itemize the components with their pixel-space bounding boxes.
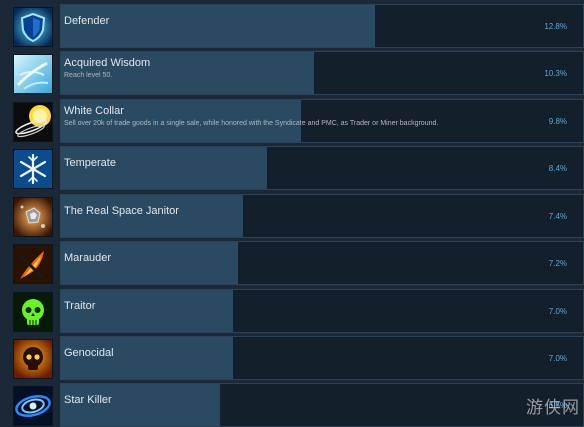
achievement-title: Star Killer (64, 394, 112, 406)
achievement-percent: 7.2% (549, 259, 567, 268)
achievement-progress-bar: Star Killer 6.5% (60, 383, 584, 427)
achievement-row-traitor[interactable]: Traitor 7.0% (7, 289, 584, 333)
achievement-title: Defender (64, 15, 109, 27)
site-watermark: 游侠网 (526, 393, 580, 418)
blue-eye-vortex-icon (13, 386, 53, 426)
achievement-row-genocidal[interactable]: Genocidal 7.0% (7, 336, 584, 380)
fiery-skull-icon (13, 339, 53, 379)
achievement-row-real-space-janitor[interactable]: The Real Space Janitor 7.4% (7, 194, 584, 238)
sun-orbit-icon (13, 102, 53, 142)
achievement-percent: 7.0% (549, 307, 567, 316)
achievement-row-star-killer[interactable]: Star Killer 6.5% (7, 383, 584, 427)
achievement-title: Traitor (64, 300, 95, 312)
achievement-title: Genocidal (64, 347, 114, 359)
achievement-title: The Real Space Janitor (64, 205, 179, 217)
achievement-progress-bar: Genocidal 7.0% (60, 336, 584, 380)
achievement-percent: 9.8% (549, 117, 567, 126)
achievement-row-temperate[interactable]: Temperate 8.4% (7, 146, 584, 190)
achievement-description: Reach level 50. (64, 72, 112, 79)
snowflake-icon (13, 149, 53, 189)
achievement-progress-bar: White Collar Sell over 20k of trade good… (60, 99, 584, 143)
achievement-title: Marauder (64, 252, 111, 264)
achievement-progress-bar: Marauder 7.2% (60, 241, 584, 285)
achievement-row-acquired-wisdom[interactable]: Acquired Wisdom Reach level 50. 10.3% (7, 51, 584, 95)
achievement-title: Temperate (64, 157, 116, 169)
achievement-progress-bar: Temperate 8.4% (60, 146, 584, 190)
blue-shield-icon (13, 7, 53, 47)
achievement-row-marauder[interactable]: Marauder 7.2% (7, 241, 584, 285)
achievement-progress-bar: The Real Space Janitor 7.4% (60, 194, 584, 238)
achievement-percent: 12.8% (544, 22, 567, 31)
achievement-row-white-collar[interactable]: White Collar Sell over 20k of trade good… (7, 99, 584, 143)
achievement-progress-bar: Defender 12.8% (60, 4, 584, 48)
achievement-percent: 7.4% (549, 212, 567, 221)
achievement-percent: 8.4% (549, 164, 567, 173)
achievement-progress-bar: Acquired Wisdom Reach level 50. 10.3% (60, 51, 584, 95)
achievement-list: Defender 12.8% Acquired Wisdom Reach lev… (0, 0, 584, 426)
achievement-percent: 10.3% (544, 69, 567, 78)
achievement-title: Acquired Wisdom (64, 57, 150, 69)
achievement-row-defender[interactable]: Defender 12.8% (7, 4, 584, 48)
achievement-description: Sell over 20k of trade goods in a single… (64, 120, 438, 127)
achievement-progress-bar: Traitor 7.0% (60, 289, 584, 333)
space-debris-icon (13, 197, 53, 237)
green-skull-icon (13, 292, 53, 332)
flaming-sword-icon (13, 244, 53, 284)
achievement-percent: 7.0% (549, 354, 567, 363)
light-wisps-icon (13, 54, 53, 94)
achievement-title: White Collar (64, 105, 124, 117)
